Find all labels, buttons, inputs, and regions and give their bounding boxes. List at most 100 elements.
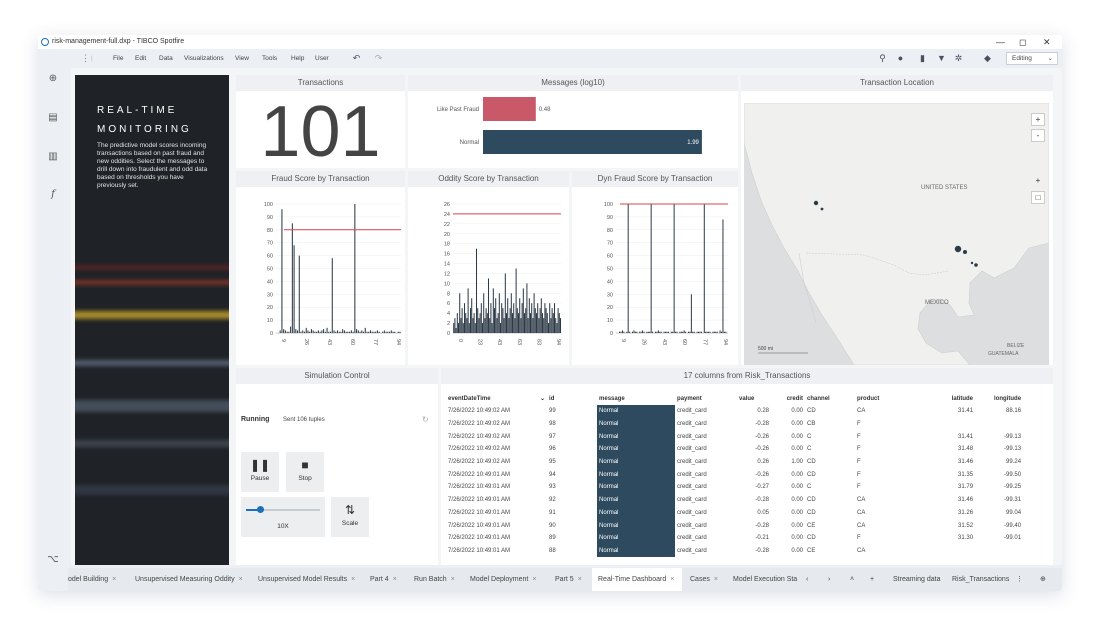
- table-row[interactable]: 7/26/2022 10:49:02 AM 96 Normal credit_card…: [446, 443, 1023, 456]
- zoom-in-button[interactable]: +: [1031, 113, 1045, 126]
- table-cell-value[interactable]: -0.26: [737, 468, 771, 481]
- table-cell-payment[interactable]: credit_card: [675, 481, 737, 494]
- table-cell-channel[interactable]: CE: [805, 519, 855, 532]
- table-cell-latitude[interactable]: 31.52: [927, 519, 975, 532]
- transaction-cluster-marker[interactable]: [820, 207, 824, 211]
- column-header[interactable]: payment: [675, 392, 737, 405]
- transaction-cluster-marker[interactable]: [963, 250, 967, 254]
- table-cell-id[interactable]: 95: [547, 456, 597, 469]
- table-cell-payment[interactable]: credit_card: [675, 430, 737, 443]
- table-cell-latitude[interactable]: 31.30: [927, 532, 975, 545]
- table-cell-product[interactable]: CA: [855, 494, 927, 507]
- close-tab-icon[interactable]: ×: [714, 576, 718, 583]
- tab-run-batch[interactable]: Run Batch ×: [414, 568, 462, 591]
- more-options-icon[interactable]: ⋮: [1016, 568, 1023, 591]
- table-cell-value[interactable]: 0.05: [737, 507, 771, 520]
- table-cell-channel[interactable]: CD: [805, 456, 855, 469]
- tab-unsupervised-measuring-oddity[interactable]: Unsupervised Measuring Oddity ×: [135, 568, 263, 591]
- table-row[interactable]: 7/26/2022 10:49:01 AM 92 Normal credit_card…: [446, 493, 1023, 507]
- table-cell-credit[interactable]: 0.00: [771, 494, 805, 507]
- table-cell-longitude[interactable]: [975, 545, 1023, 558]
- table-cell-longitude[interactable]: 99.24: [975, 456, 1023, 469]
- close-tab-icon[interactable]: ×: [239, 576, 243, 583]
- table-cell-longitude[interactable]: [975, 418, 1023, 431]
- table-cell-payment[interactable]: credit_card: [675, 405, 737, 418]
- table-cell-id[interactable]: 94: [547, 468, 597, 481]
- table-cell-channel[interactable]: C: [805, 443, 855, 456]
- table-cell-channel[interactable]: CE: [805, 545, 855, 558]
- map-view[interactable]: UNITED STATES MEXICO BELIZE GUATEMALA 50…: [744, 103, 1049, 365]
- table-row[interactable]: 7/26/2022 10:49:01 AM 91 Normal credit_card…: [446, 506, 1023, 520]
- minimize-button[interactable]: —: [996, 35, 1005, 49]
- table-cell-payment[interactable]: credit_card: [675, 545, 737, 558]
- table-cell-longitude[interactable]: -99.31: [975, 494, 1023, 507]
- table-cell-latitude[interactable]: 31.79: [927, 481, 975, 494]
- table-cell-message[interactable]: Normal: [597, 493, 676, 507]
- table-cell-channel[interactable]: C: [805, 430, 855, 443]
- table-cell-eventdatetime[interactable]: 7/26/2022 10:49:01 AM: [446, 481, 538, 494]
- table-cell-latitude[interactable]: 31.41: [927, 430, 975, 443]
- table-cell-id[interactable]: 91: [547, 507, 597, 520]
- table-cell-latitude[interactable]: 31.46: [927, 456, 975, 469]
- table-row[interactable]: 7/26/2022 10:49:02 AM 97 Normal credit_card…: [446, 430, 1023, 444]
- table-cell-id[interactable]: 93: [547, 481, 597, 494]
- column-header[interactable]: id: [547, 392, 597, 405]
- bookmark-icon[interactable]: ▮: [917, 53, 928, 64]
- transaction-cluster-marker[interactable]: [954, 245, 962, 253]
- table-cell-value[interactable]: -0.28: [737, 418, 771, 431]
- column-header[interactable]: longitude: [975, 392, 1023, 405]
- table-cell-id[interactable]: 98: [547, 418, 597, 431]
- table-cell-payment[interactable]: credit_card: [675, 532, 737, 545]
- table-cell-id[interactable]: 90: [547, 519, 597, 532]
- table-cell-credit[interactable]: 0.00: [771, 532, 805, 545]
- chevron-up-icon[interactable]: ˄: [850, 568, 854, 591]
- table-cell-message[interactable]: Normal: [597, 481, 676, 494]
- table-cell-value[interactable]: 0.28: [737, 405, 771, 418]
- data-table-selector[interactable]: Risk_Transactions: [952, 568, 1009, 591]
- speed-slider-thumb[interactable]: [257, 506, 265, 513]
- table-cell-value[interactable]: -0.26: [737, 430, 771, 443]
- pause-button[interactable]: ❚❚ Pause: [241, 452, 279, 492]
- table-cell-payment[interactable]: credit_card: [675, 507, 737, 520]
- table-cell-id[interactable]: 99: [547, 405, 597, 418]
- expression-icon[interactable]: f: [47, 189, 59, 201]
- table-cell-channel[interactable]: CD: [805, 494, 855, 507]
- table-cell-longitude[interactable]: -99.01: [975, 532, 1023, 545]
- table-cell-payment[interactable]: credit_card: [675, 456, 737, 469]
- table-cell-message[interactable]: Normal: [597, 405, 676, 418]
- table-cell-latitude[interactable]: 31.26: [927, 507, 975, 520]
- chevron-left-icon[interactable]: ‹: [806, 568, 808, 591]
- table-cell-message[interactable]: Normal: [597, 544, 676, 558]
- menu-user[interactable]: User: [315, 49, 329, 68]
- table-cell-id[interactable]: 89: [547, 532, 597, 545]
- tab-model-building[interactable]: odel Building ×: [68, 568, 121, 591]
- table-row[interactable]: 7/26/2022 10:49:02 AM 98 Normal credit_card…: [446, 417, 1023, 431]
- close-tab-icon[interactable]: ×: [351, 576, 355, 583]
- table-cell-eventdatetime[interactable]: 7/26/2022 10:49:02 AM: [446, 418, 538, 431]
- column-header[interactable]: product: [855, 392, 927, 405]
- scale-button[interactable]: ⇅ Scale: [331, 497, 369, 537]
- table-cell-credit[interactable]: 0.00: [771, 545, 805, 558]
- table-cell-message[interactable]: Normal: [597, 506, 676, 520]
- table-cell-channel[interactable]: CD: [805, 468, 855, 481]
- table-cell-latitude[interactable]: [927, 418, 975, 431]
- tab-unsupervised-model-results[interactable]: Unsupervised Model Results ×: [258, 568, 362, 591]
- table-cell-longitude[interactable]: -99.25: [975, 481, 1023, 494]
- table-cell-product[interactable]: F: [855, 532, 927, 545]
- table-cell-credit[interactable]: 0.00: [771, 443, 805, 456]
- table-cell-product[interactable]: F: [855, 430, 927, 443]
- stop-button[interactable]: ■ Stop: [286, 452, 324, 492]
- table-cell-eventdatetime[interactable]: 7/26/2022 10:49:01 AM: [446, 545, 538, 558]
- transaction-cluster-marker[interactable]: [974, 263, 978, 267]
- visualization-icon[interactable]: ▥: [47, 151, 59, 163]
- table-cell-id[interactable]: 97: [547, 430, 597, 443]
- table-cell-credit[interactable]: 0.00: [771, 519, 805, 532]
- chevron-right-icon[interactable]: ›: [828, 568, 830, 591]
- table-cell-product[interactable]: CA: [855, 545, 927, 558]
- table-cell-product[interactable]: CA: [855, 507, 927, 520]
- table-cell-product[interactable]: CA: [855, 519, 927, 532]
- table-cell-credit[interactable]: 0.00: [771, 430, 805, 443]
- table-cell-longitude[interactable]: -99.13: [975, 443, 1023, 456]
- table-cell-credit[interactable]: 0.00: [771, 418, 805, 431]
- data-flow-icon[interactable]: ⌥: [47, 554, 59, 566]
